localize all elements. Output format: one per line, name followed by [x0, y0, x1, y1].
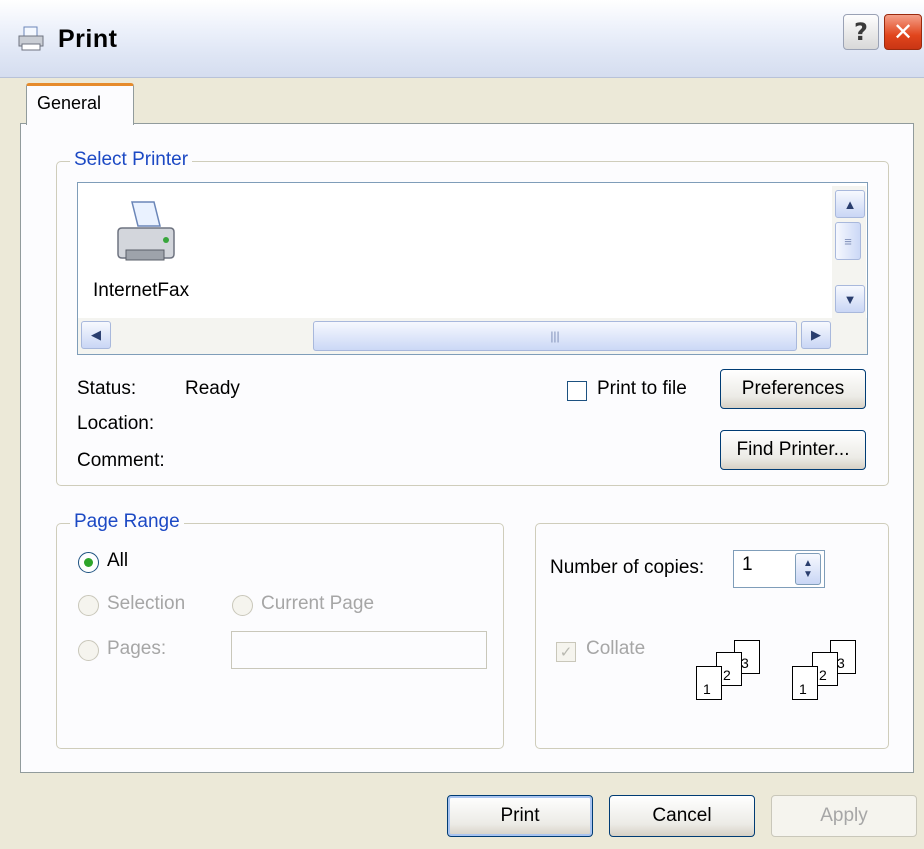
- scroll-left-button[interactable]: ◀: [81, 321, 111, 349]
- comment-label: Comment:: [77, 450, 165, 471]
- grip-icon: |||: [550, 329, 560, 343]
- title-bar: [0, 0, 924, 78]
- cancel-button[interactable]: Cancel: [609, 795, 755, 837]
- chevron-up-icon: ▲: [843, 196, 857, 212]
- collate-page-1: 1: [696, 666, 722, 700]
- radio-selection: [78, 595, 99, 616]
- number-of-copies-label: Number of copies:: [550, 557, 705, 578]
- scroll-down-button[interactable]: ▼: [835, 285, 865, 313]
- chevron-right-icon: ▶: [811, 327, 821, 342]
- pages-input: [231, 631, 487, 669]
- radio-pages-label: Pages:: [107, 638, 167, 659]
- print-button[interactable]: Print: [447, 795, 593, 837]
- status-label: Status:: [77, 378, 137, 399]
- printer-item-internetfax[interactable]: InternetFax: [92, 196, 202, 306]
- chevron-down-icon: ▼: [843, 291, 857, 307]
- collate-checkbox: ✓: [556, 642, 576, 662]
- spin-up-icon[interactable]: ▲: [803, 558, 813, 569]
- printer-name: InternetFax: [93, 280, 190, 301]
- vscroll-thumb[interactable]: ≡: [835, 222, 861, 260]
- collate-icon: 3 2 1: [684, 640, 764, 715]
- collate-icon: 3 2 1: [780, 640, 860, 715]
- radio-current-page: [232, 595, 253, 616]
- collate-page-1: 1: [792, 666, 818, 700]
- fax-printer-icon: [116, 198, 176, 268]
- help-button[interactable]: ?: [843, 14, 879, 50]
- tab-general[interactable]: General: [26, 83, 134, 125]
- hscroll-thumb[interactable]: |||: [313, 321, 797, 351]
- print-to-file-checkbox[interactable]: [567, 381, 587, 401]
- collate-label: Collate: [586, 638, 646, 659]
- copies-spinner[interactable]: ▲ ▼: [795, 553, 821, 585]
- radio-all-label[interactable]: All: [107, 550, 128, 572]
- apply-button: Apply: [771, 795, 917, 837]
- status-value: Ready: [185, 378, 240, 399]
- printer-icon: [16, 24, 46, 54]
- radio-current-page-label: Current Page: [261, 593, 375, 614]
- page-range-legend: Page Range: [70, 511, 184, 533]
- radio-all[interactable]: [78, 552, 99, 573]
- radio-pages: [78, 640, 99, 661]
- spin-down-icon[interactable]: ▼: [803, 569, 813, 580]
- location-label: Location:: [77, 413, 155, 434]
- scroll-up-button[interactable]: ▲: [835, 190, 865, 218]
- radio-selection-label: Selection: [107, 593, 186, 614]
- close-button[interactable]: ✕: [884, 14, 922, 50]
- grip-icon: ≡: [844, 233, 852, 249]
- preferences-button[interactable]: Preferences: [720, 369, 866, 409]
- select-printer-legend: Select Printer: [70, 149, 193, 171]
- chevron-left-icon: ◀: [91, 327, 101, 342]
- print-to-file-label[interactable]: Print to file: [597, 378, 687, 400]
- window-title: Print: [58, 25, 118, 53]
- find-printer-button[interactable]: Find Printer...: [720, 430, 866, 470]
- scroll-right-button[interactable]: ▶: [801, 321, 831, 349]
